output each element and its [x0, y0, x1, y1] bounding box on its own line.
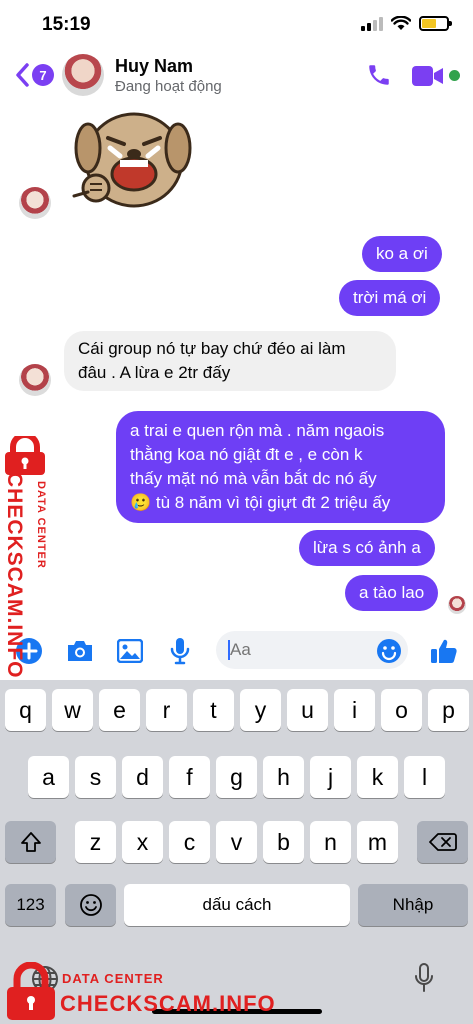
key-m[interactable]: m: [357, 821, 398, 863]
key-z[interactable]: z: [75, 821, 116, 863]
contact-avatar-small[interactable]: [19, 364, 51, 396]
key-h[interactable]: h: [263, 756, 304, 798]
key-j[interactable]: j: [310, 756, 351, 798]
key-b[interactable]: b: [263, 821, 304, 863]
key-i[interactable]: i: [334, 689, 375, 731]
message-text: ko a ơi: [376, 244, 428, 263]
emoji-icon[interactable]: [376, 638, 402, 664]
key-g[interactable]: g: [216, 756, 257, 798]
message-bubble-outgoing[interactable]: lừa s có ảnh a: [299, 530, 435, 566]
padlock-icon: [5, 436, 45, 475]
wifi-icon: [391, 16, 411, 30]
numbers-key[interactable]: 123: [5, 884, 56, 926]
key-y[interactable]: y: [240, 689, 281, 731]
watermark-label: DATA CENTER: [62, 971, 164, 986]
message-line: đâu . A lừa e 2tr đấy: [78, 363, 231, 382]
camera-icon[interactable]: [66, 639, 94, 663]
contact-avatar[interactable]: [62, 54, 104, 96]
watermark-label: DATA CENTER: [35, 481, 47, 569]
dictation-mic-icon[interactable]: [413, 962, 435, 994]
watermark-site: CHECKSCAM.INFO: [3, 472, 26, 679]
contact-status: Đang hoạt động: [115, 78, 222, 95]
message-line: thằng koa nó giật đt e , e còn k: [130, 445, 363, 464]
back-button[interactable]: 7: [14, 62, 54, 88]
message-line: Cái group nó tự bay chứ đéo ai làm: [78, 339, 346, 358]
microphone-icon[interactable]: [170, 637, 190, 665]
battery-icon: [419, 16, 452, 31]
key-e[interactable]: e: [99, 689, 140, 731]
message-text: a tào lao: [359, 583, 425, 602]
message-line: a trai e quen rộn mà . năm ngaois: [130, 421, 385, 440]
backspace-icon: [428, 833, 457, 851]
key-o[interactable]: o: [381, 689, 422, 731]
video-call-icon[interactable]: [412, 65, 444, 87]
key-q[interactable]: q: [5, 689, 46, 731]
thumbs-up-icon[interactable]: [430, 637, 458, 665]
key-c[interactable]: c: [169, 821, 210, 863]
key-s[interactable]: s: [75, 756, 116, 798]
chat-header: 7 Huy Nam Đang hoạt động: [0, 50, 473, 100]
key-r[interactable]: r: [146, 689, 187, 731]
emoji-face-icon: [79, 894, 102, 916]
contact-name[interactable]: Huy Nam: [115, 56, 193, 77]
key-w[interactable]: w: [52, 689, 93, 731]
emoji-key[interactable]: [65, 884, 116, 926]
watermark-side: CHECKSCAM.INFO DATA CENTER: [0, 436, 52, 679]
backspace-key[interactable]: [417, 821, 468, 863]
key-a[interactable]: a: [28, 756, 69, 798]
key-d[interactable]: d: [122, 756, 163, 798]
message-bubble-outgoing[interactable]: a trai e quen rộn mà . năm ngaois thằng …: [116, 411, 445, 523]
space-key[interactable]: dấu cách: [124, 884, 350, 926]
cellular-signal-icon: [361, 16, 383, 31]
key-u[interactable]: u: [287, 689, 328, 731]
message-text: lừa s có ảnh a: [313, 538, 421, 557]
key-f[interactable]: f: [169, 756, 210, 798]
padlock-icon: [7, 962, 55, 1020]
key-x[interactable]: x: [122, 821, 163, 863]
key-p[interactable]: p: [428, 689, 469, 731]
crying-dog-sticker[interactable]: [66, 100, 196, 215]
phone-call-icon[interactable]: [366, 62, 392, 88]
chevron-left-icon: [16, 63, 29, 87]
read-receipt-avatar: [448, 596, 466, 614]
message-bubble-outgoing[interactable]: ko a ơi: [362, 236, 442, 272]
unread-badge: 7: [32, 64, 54, 86]
message-line: 🥲 tù 8 năm vì tội giựt đt 2 triệu ấy: [130, 493, 391, 512]
key-k[interactable]: k: [357, 756, 398, 798]
watermark-site: CHECKSCAM.INFO: [60, 991, 276, 1016]
status-bar: 15:19: [0, 0, 473, 50]
message-bubble-incoming[interactable]: Cái group nó tự bay chứ đéo ai làm đâu .…: [64, 331, 396, 391]
key-l[interactable]: l: [404, 756, 445, 798]
message-bubble-outgoing[interactable]: a tào lao: [345, 575, 439, 611]
shift-key[interactable]: [5, 821, 56, 863]
message-composer: [0, 628, 473, 678]
watermark-bottom: DATA CENTER CHECKSCAM.INFO: [4, 960, 304, 1024]
online-status-dot: [449, 70, 460, 81]
text-cursor: [228, 640, 230, 660]
shift-arrow-icon: [20, 832, 41, 852]
key-v[interactable]: v: [216, 821, 257, 863]
return-key[interactable]: Nhập: [358, 884, 468, 926]
gallery-icon[interactable]: [117, 639, 143, 663]
message-text: trời má ơi: [353, 288, 427, 307]
status-time: 15:19: [42, 14, 91, 35]
contact-avatar-small[interactable]: [19, 187, 51, 219]
message-bubble-outgoing[interactable]: trời má ơi: [339, 280, 441, 316]
key-n[interactable]: n: [310, 821, 351, 863]
key-t[interactable]: t: [193, 689, 234, 731]
message-line: thấy mặt nó mà vẫn bắt dc nó ấy: [130, 469, 377, 488]
